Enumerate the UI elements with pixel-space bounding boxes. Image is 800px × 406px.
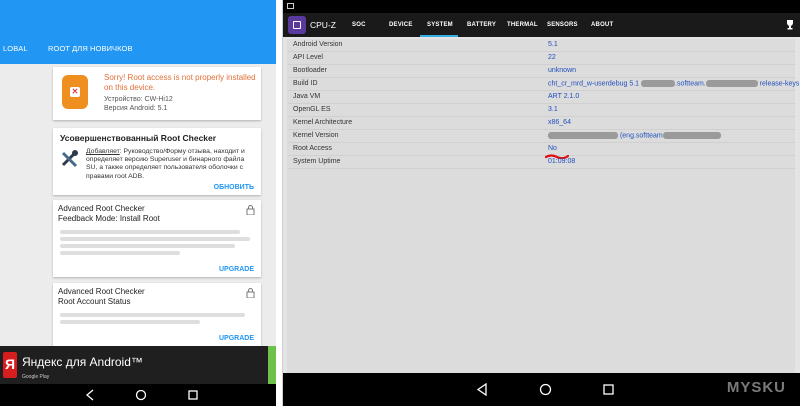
recents-icon[interactable] xyxy=(188,390,198,400)
blurred-text xyxy=(60,313,245,317)
app-title: CPU-Z xyxy=(310,20,336,30)
cpu-z-screen: CPU-Z SOC DEVICE SYSTEM BATTERY THERMAL … xyxy=(282,0,800,406)
back-icon[interactable] xyxy=(476,383,488,396)
redacted-text xyxy=(705,80,758,87)
active-tab-indicator xyxy=(420,35,458,37)
row-label: Bootloader xyxy=(293,67,327,74)
blurred-text xyxy=(60,244,235,248)
table-row: Android Version 5.1 xyxy=(287,39,795,52)
system-info-table: Android Version 5.1 API Level 22 Bootloa… xyxy=(287,39,799,373)
advanced-checker-card[interactable]: Усовершенствованный Root Checker Добавля… xyxy=(53,128,261,195)
blurred-text xyxy=(60,230,240,234)
row-label: Android Version xyxy=(293,41,343,48)
blurred-text xyxy=(60,237,250,241)
card-description: Добавляет: Руководство/Форму отзыва, нах… xyxy=(86,148,245,180)
tab-global[interactable]: LOBAL xyxy=(3,44,28,53)
upgrade-button[interactable]: UPGRADE xyxy=(219,266,254,273)
table-row: API Level 22 xyxy=(287,52,795,65)
table-row: System Uptime 01:09:08 xyxy=(287,156,795,169)
screenshot-comparison: LOBAL ROOT ДЛЯ НОВИЧКОВ ✕ Sorry! Root ac… xyxy=(0,0,800,406)
tab-sensors[interactable]: SENSORS xyxy=(547,22,578,28)
navigation-bar xyxy=(283,373,800,406)
tab-system[interactable]: SYSTEM xyxy=(427,22,453,28)
row-value: No xyxy=(548,145,557,152)
root-checker-screen: LOBAL ROOT ДЛЯ НОВИЧКОВ ✕ Sorry! Root ac… xyxy=(0,0,276,406)
upgrade-button[interactable]: UPGRADE xyxy=(219,335,254,342)
card-title: Advanced Root Checker Feedback Mode: Ins… xyxy=(58,204,160,223)
lock-icon xyxy=(246,205,255,215)
tab-device[interactable]: DEVICE xyxy=(389,22,413,28)
image-notification-icon xyxy=(287,3,294,9)
root-status-message: Sorry! Root access is not properly insta… xyxy=(104,73,256,92)
row-label: Java VM xyxy=(293,93,321,100)
row-label: API Level xyxy=(293,54,323,61)
row-value: ART 2.1.0 xyxy=(548,93,580,100)
row-value: unknown xyxy=(548,67,577,74)
row-value: 3.1 xyxy=(548,106,558,113)
warning-icon: ✕ xyxy=(62,75,88,109)
tab-soc[interactable]: SOC xyxy=(352,22,366,28)
android-version: Версия Android: 5.1 xyxy=(104,105,168,112)
row-label: OpenGL ES xyxy=(293,106,331,113)
trophy-icon[interactable] xyxy=(785,19,795,30)
row-value: cht_cr_mrd_w-userdebug 5.1 .softteam. re… xyxy=(548,80,800,88)
row-value: (eng.softteam xyxy=(548,132,721,139)
lock-icon xyxy=(246,288,255,298)
table-row: Kernel Version (eng.softteam xyxy=(287,130,795,143)
blurred-text xyxy=(60,251,180,255)
navigation-bar xyxy=(0,384,276,406)
ad-text: Яндекс для Android™ xyxy=(22,355,143,369)
tab-root-for-beginners[interactable]: ROOT ДЛЯ НОВИЧКОВ xyxy=(48,44,133,53)
status-bar xyxy=(283,0,800,13)
redacted-text xyxy=(641,80,676,87)
table-row: Bootloader unknown xyxy=(287,65,795,78)
device-model: Устройство: CW-Hi12 xyxy=(104,96,173,103)
row-label: Kernel Version xyxy=(293,132,339,139)
card-title: Усовершенствованный Root Checker xyxy=(60,133,217,143)
tab-thermal[interactable]: THERMAL xyxy=(507,22,538,28)
card-title: Advanced Root Checker Root Account Statu… xyxy=(58,287,145,306)
update-button[interactable]: ОБНОВИТЬ xyxy=(214,184,254,191)
root-account-card[interactable]: Advanced Root Checker Root Account Statu… xyxy=(53,283,261,346)
row-label: System Uptime xyxy=(293,158,341,165)
watermark: MYSKU xyxy=(726,379,786,396)
row-value: 5.1 xyxy=(548,41,558,48)
tools-icon xyxy=(60,149,80,169)
app-bar: LOBAL ROOT ДЛЯ НОВИЧКОВ xyxy=(0,0,276,64)
cpu-z-app-icon xyxy=(288,16,306,34)
redacted-text xyxy=(548,132,618,139)
table-row: Root Access No xyxy=(287,143,795,159)
blurred-text xyxy=(60,320,200,324)
google-play-badge: Google Play xyxy=(22,374,50,380)
feedback-mode-card[interactable]: Advanced Root Checker Feedback Mode: Ins… xyxy=(53,200,261,277)
table-row: Build ID cht_cr_mrd_w-userdebug 5.1 .sof… xyxy=(287,78,799,91)
row-value: 01:09:08 xyxy=(548,158,576,165)
row-value: 22 xyxy=(548,54,556,61)
table-row: Java VM ART 2.1.0 xyxy=(287,91,795,104)
row-label: Kernel Architecture xyxy=(293,119,353,126)
redacted-text xyxy=(662,132,721,139)
home-icon[interactable] xyxy=(135,389,147,401)
back-icon[interactable] xyxy=(85,389,95,401)
table-row: Kernel Architecture x86_64 xyxy=(287,117,795,130)
recents-icon[interactable] xyxy=(603,384,614,395)
home-icon[interactable] xyxy=(539,383,552,396)
row-value: x86_64 xyxy=(548,119,571,126)
yandex-logo: Я xyxy=(3,352,17,378)
row-label: Root Access xyxy=(293,145,332,152)
ad-install-strip[interactable] xyxy=(268,346,276,384)
ad-banner[interactable]: Я Яндекс для Android™ Google Play xyxy=(0,346,276,384)
root-status-card: ✕ Sorry! Root access is not properly ins… xyxy=(53,67,261,120)
row-label: Build ID xyxy=(293,80,318,87)
app-header: CPU-Z SOC DEVICE SYSTEM BATTERY THERMAL … xyxy=(283,13,800,37)
tab-battery[interactable]: BATTERY xyxy=(467,22,496,28)
tab-about[interactable]: ABOUT xyxy=(591,22,613,28)
table-row: OpenGL ES 3.1 xyxy=(287,104,795,117)
